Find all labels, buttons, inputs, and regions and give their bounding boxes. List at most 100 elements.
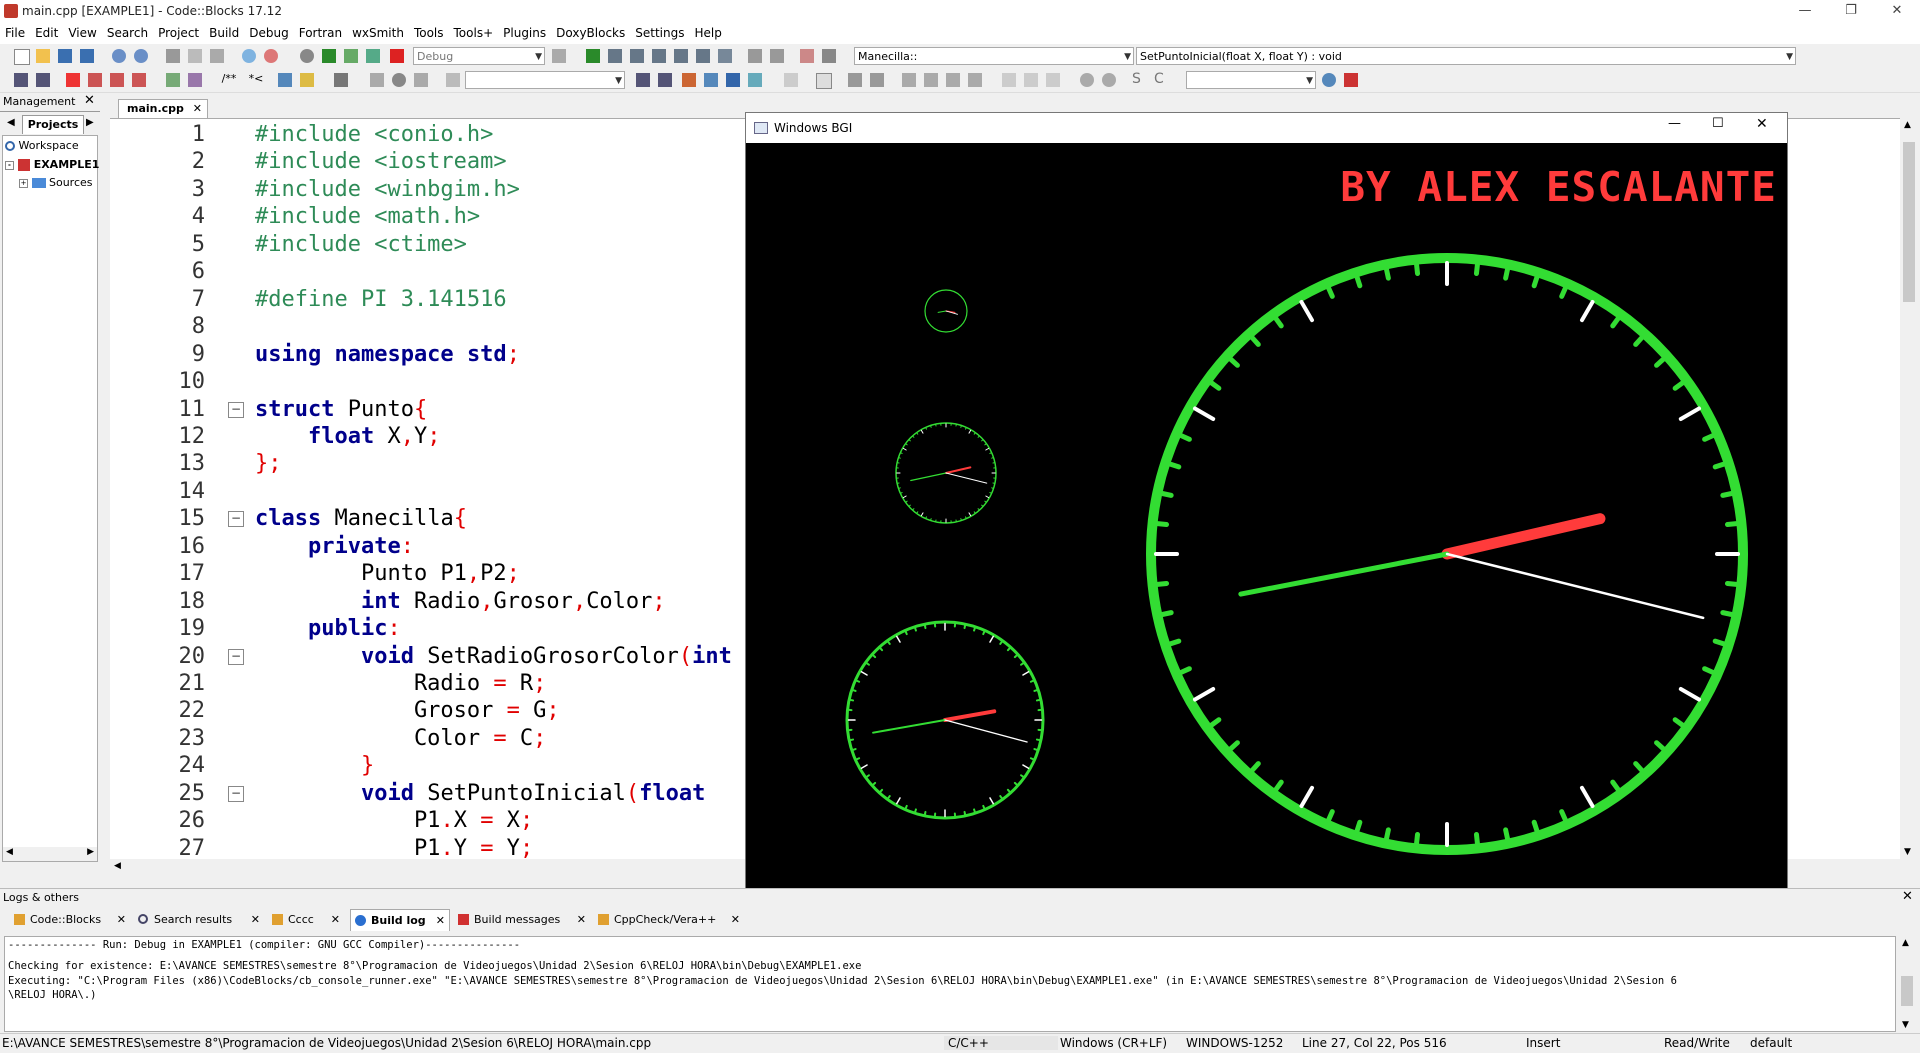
jump-forward-icon[interactable] <box>414 73 428 87</box>
match-case-icon[interactable] <box>726 73 740 87</box>
highlight-icon[interactable] <box>682 73 696 87</box>
build-run-icon[interactable] <box>344 49 358 63</box>
function-select[interactable]: SetPuntoInicial(float X, float Y) : void… <box>1136 47 1796 65</box>
menu-fortran[interactable]: Fortran <box>294 24 347 43</box>
doxy-html-icon[interactable] <box>278 73 292 87</box>
find-icon[interactable] <box>242 49 256 63</box>
close-button[interactable]: ✕ <box>1874 0 1920 24</box>
tab-next-icon[interactable]: ▶ <box>86 117 94 128</box>
toggle-breakpoint-icon[interactable] <box>392 73 406 87</box>
doxy-wizard-icon[interactable] <box>166 73 180 87</box>
log-tab-build-log[interactable]: Build log✕ <box>350 909 450 931</box>
find-prev-icon[interactable] <box>636 73 650 87</box>
collapse-icon[interactable]: - <box>5 161 14 170</box>
tab-prev-icon[interactable]: ◀ <box>7 117 15 128</box>
log-tab-build-messages[interactable]: Build messages✕ <box>454 909 590 931</box>
menu-tools-plus[interactable]: Tools+ <box>449 24 499 43</box>
doxy-chm-icon[interactable] <box>300 73 314 87</box>
replace-icon[interactable] <box>264 49 278 63</box>
menu-edit[interactable]: Edit <box>30 24 63 43</box>
tree-sources[interactable]: + Sources <box>19 176 93 189</box>
menu-build[interactable]: Build <box>204 24 244 43</box>
menu-project[interactable]: Project <box>153 24 204 43</box>
align-left-icon[interactable] <box>902 73 916 87</box>
clear-icon[interactable] <box>446 73 460 87</box>
next-bookmark-icon[interactable] <box>110 73 124 87</box>
regex-combo[interactable]: ▼ <box>1186 71 1316 89</box>
image-icon[interactable] <box>848 73 862 87</box>
build-target-select[interactable]: Debug▼ <box>413 47 545 65</box>
log-tab-close-icon[interactable]: ✕ <box>117 909 126 931</box>
zoom-out-icon[interactable] <box>1102 73 1116 87</box>
bgi-minimize-button[interactable]: — <box>1668 116 1681 131</box>
expand-icon[interactable]: + <box>19 179 28 188</box>
rect-icon[interactable] <box>816 73 832 89</box>
menu-file[interactable]: File <box>0 24 30 43</box>
cut-icon[interactable] <box>166 49 180 63</box>
menu-debug[interactable]: Debug <box>244 24 293 43</box>
fold-toggle-icon[interactable]: − <box>228 786 244 802</box>
step-out-icon[interactable] <box>674 49 688 63</box>
jump-back-icon[interactable] <box>370 73 384 87</box>
menu-search[interactable]: Search <box>102 24 153 43</box>
menu-tools[interactable]: Tools <box>409 24 449 43</box>
redo-icon[interactable] <box>134 49 148 63</box>
open-icon[interactable] <box>36 49 50 63</box>
menu-view[interactable]: View <box>63 24 101 43</box>
fold-toggle-icon[interactable]: − <box>228 511 244 527</box>
log-tab-cppcheck[interactable]: CppCheck/Vera++✕ <box>594 909 744 931</box>
layout-b-icon[interactable] <box>1024 73 1038 87</box>
log-vscroll[interactable]: ▲ ▼ <box>1897 936 1917 1032</box>
fold-toggle-icon[interactable]: − <box>228 402 244 418</box>
tree-workspace[interactable]: Workspace <box>5 139 79 152</box>
save-icon[interactable] <box>58 49 72 63</box>
tree-project[interactable]: - EXAMPLE1 <box>5 158 99 171</box>
log-tab-close-icon[interactable]: ✕ <box>251 909 260 931</box>
align-justify-icon[interactable] <box>968 73 982 87</box>
debug-continue-icon[interactable] <box>586 49 600 63</box>
debug-info-icon[interactable] <box>822 49 836 63</box>
log-tab-codeblocks[interactable]: Code::Blocks✕ <box>10 909 130 931</box>
tab-main-cpp[interactable]: main.cpp✕ <box>118 99 208 118</box>
run-to-cursor-icon[interactable] <box>608 49 622 63</box>
rebuild-icon[interactable] <box>366 49 380 63</box>
undo-icon[interactable] <box>112 49 126 63</box>
target-options-icon[interactable] <box>552 49 566 63</box>
editor-vscroll[interactable]: ▲ ▼ <box>1900 118 1920 859</box>
menu-wxsmith[interactable]: wxSmith <box>347 24 409 43</box>
align-right-icon[interactable] <box>946 73 960 87</box>
logs-close-icon[interactable]: ✕ <box>1902 889 1913 904</box>
bookmark-icon[interactable] <box>66 73 80 87</box>
minimize-button[interactable]: — <box>1782 0 1828 24</box>
regex-icon[interactable] <box>748 73 762 87</box>
menu-plugins[interactable]: Plugins <box>498 24 551 43</box>
line-comment-icon[interactable]: *< <box>246 72 266 86</box>
next-line-icon[interactable] <box>630 49 644 63</box>
debug-windows-icon[interactable] <box>800 49 814 63</box>
restore-button[interactable]: ❐ <box>1828 0 1874 24</box>
log-tab-cccc[interactable]: Cccc✕ <box>268 909 344 931</box>
bgi-maximize-button[interactable]: ☐ <box>1712 116 1724 131</box>
log-tab-close-icon[interactable]: ✕ <box>577 909 586 931</box>
abort-icon[interactable] <box>390 49 404 63</box>
tab-close-icon[interactable]: ✕ <box>193 100 202 118</box>
clear-bookmarks-icon[interactable] <box>132 73 146 87</box>
forward-icon[interactable] <box>36 73 50 87</box>
build-icon[interactable] <box>300 49 314 63</box>
grid-icon[interactable] <box>870 73 884 87</box>
tree-hscroll[interactable]: ◀▶ <box>3 847 97 861</box>
copy-icon[interactable] <box>188 49 202 63</box>
align-center-icon[interactable] <box>924 73 938 87</box>
find-next-icon[interactable] <box>658 73 672 87</box>
bgi-close-button[interactable]: ✕ <box>1756 116 1768 132</box>
scope-select[interactable]: Manecilla::▼ <box>854 47 1134 65</box>
next-instruction-icon[interactable] <box>696 49 710 63</box>
search-go-icon[interactable] <box>1322 73 1336 87</box>
log-tab-close-icon[interactable]: ✕ <box>331 909 340 931</box>
stop-debug-icon[interactable] <box>770 49 784 63</box>
step-instruction-icon[interactable] <box>718 49 732 63</box>
block-comment-icon[interactable]: /** <box>218 72 240 86</box>
save-all-icon[interactable] <box>80 49 94 63</box>
back-icon[interactable] <box>14 73 28 87</box>
log-tab-close-icon[interactable]: ✕ <box>731 909 740 931</box>
